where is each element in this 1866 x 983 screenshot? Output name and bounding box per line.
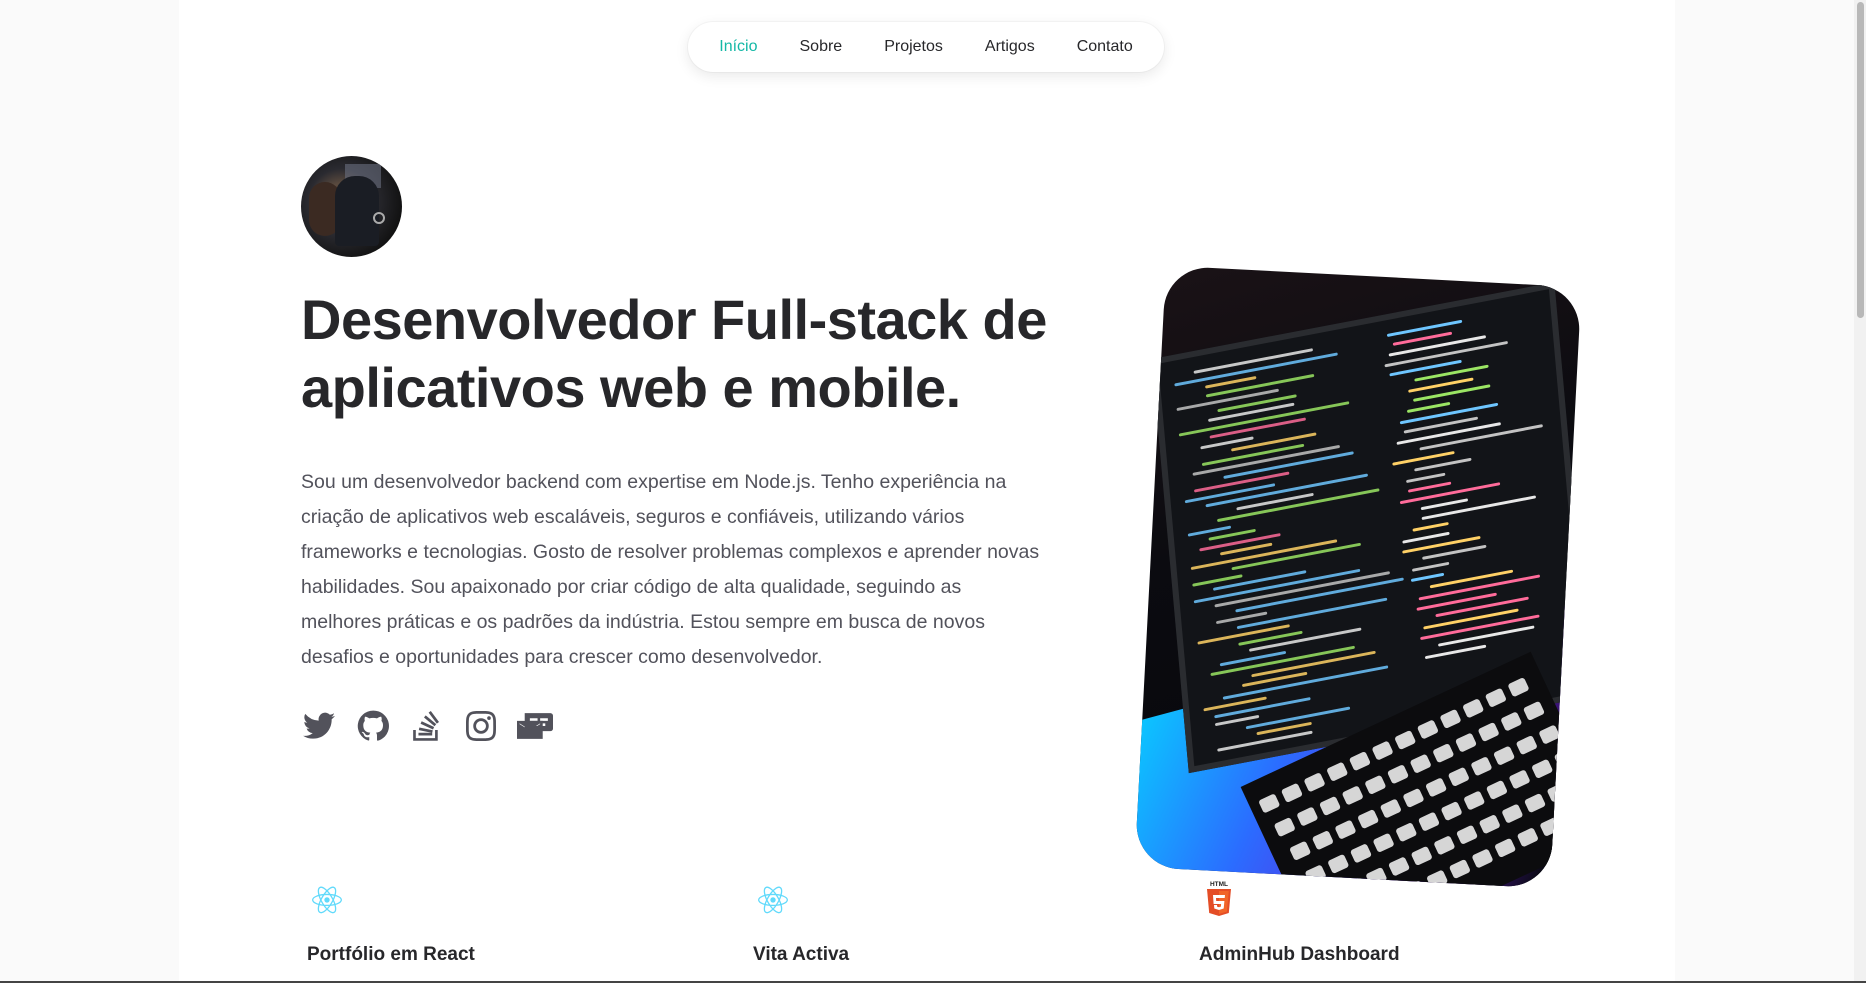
project-title: AdminHub Dashboard — [1199, 944, 1400, 965]
nav-link-projetos[interactable]: Projetos — [863, 22, 964, 72]
project-title: Portfólio em React — [307, 944, 475, 965]
project-card[interactable]: Portfólio em React — [307, 880, 687, 966]
avatar[interactable] — [301, 156, 402, 257]
project-title: Vita Activa — [753, 944, 850, 965]
twitter-icon[interactable] — [301, 708, 337, 744]
nav-link-sobre[interactable]: Sobre — [779, 22, 864, 72]
react-icon — [753, 880, 793, 920]
social-links — [301, 708, 571, 744]
main-nav: Início Sobre Projetos Artigos Contato — [688, 22, 1164, 72]
project-card[interactable]: HTML AdminHub Dashboard — [1199, 880, 1579, 966]
hero-laptop-image — [1134, 265, 1582, 889]
github-icon[interactable] — [355, 708, 391, 744]
nav-link-artigos[interactable]: Artigos — [964, 22, 1056, 72]
react-icon — [307, 880, 347, 920]
scrollbar-thumb[interactable] — [1857, 2, 1864, 318]
stackoverflow-icon[interactable] — [409, 708, 445, 744]
nav-link-inicio[interactable]: Início — [698, 22, 778, 72]
bio-text: Sou um desenvolvedor backend com experti… — [301, 471, 1040, 668]
svg-text:HTML: HTML — [1210, 881, 1228, 888]
instagram-icon[interactable] — [463, 708, 499, 744]
nav-link-contato[interactable]: Contato — [1056, 22, 1154, 72]
project-card[interactable]: Vita Activa — [753, 880, 1133, 966]
html5-icon: HTML — [1199, 880, 1239, 920]
page-scrollbar[interactable] — [1854, 0, 1866, 983]
page-title: Desenvolvedor Full-stack de aplicativos … — [301, 288, 1047, 419]
mail-card-icon[interactable] — [517, 708, 553, 744]
